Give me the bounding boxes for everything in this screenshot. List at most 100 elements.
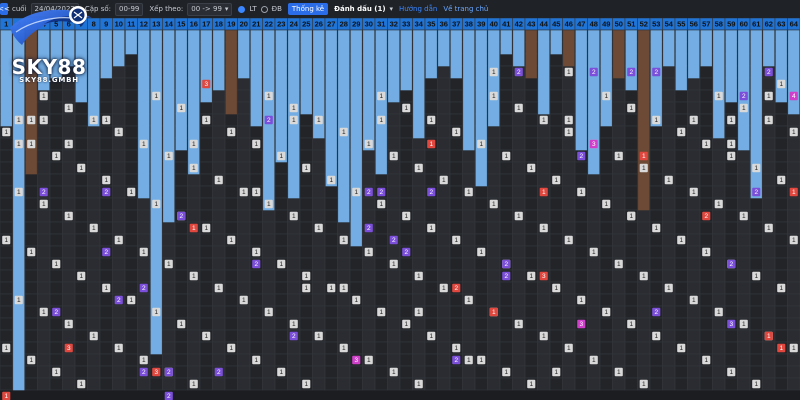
grid-cell: [524, 293, 538, 307]
grid-cell: [137, 197, 151, 211]
grid-cell: [374, 365, 388, 379]
grid-cell: [99, 317, 113, 331]
grid-cell: [537, 341, 551, 355]
mark-group[interactable]: Đánh dấu (1) ▾: [334, 5, 393, 13]
count-badge-text: 1: [142, 357, 146, 364]
pair-input[interactable]: 00-99: [115, 2, 144, 16]
count-badge-text: 1: [79, 381, 83, 388]
grid-cell: [87, 293, 101, 307]
grid-cell: [662, 353, 676, 367]
grid-cell: [412, 209, 426, 223]
count-badge-text: 1: [504, 369, 508, 376]
grid-cell: [462, 341, 476, 355]
guide-link[interactable]: Hướng dẫn: [399, 5, 437, 13]
grid-cell: [174, 377, 188, 391]
stats-button[interactable]: Thống kê: [287, 3, 329, 15]
grid-cell: [187, 209, 201, 223]
grid-cell: [774, 365, 788, 379]
grid-cell: [549, 113, 563, 127]
grid-cell: [537, 377, 551, 391]
grid-cell: [424, 245, 438, 259]
column-number: 29: [352, 19, 360, 28]
count-badge-text: 1: [779, 81, 783, 88]
grid-cell: [349, 269, 363, 283]
count-badge-text: 1: [429, 225, 433, 232]
grid-cell: [124, 65, 138, 79]
home-link[interactable]: Về trang chủ: [443, 5, 488, 13]
count-badge-text: 1: [554, 369, 558, 376]
count-badge-text: 1: [442, 285, 446, 292]
sort-select[interactable]: 00 -> 99 ▾: [187, 2, 233, 16]
streak-bar: [238, 30, 250, 79]
radio-db[interactable]: [260, 5, 268, 13]
grid-cell: [224, 377, 238, 391]
grid-cell: [337, 329, 351, 343]
grid-cell: [562, 101, 576, 115]
count-badge-text: 1: [204, 225, 208, 232]
count-badge-text: 1: [154, 309, 158, 316]
grid-cell: [724, 173, 738, 187]
grid-cell: [474, 197, 488, 211]
grid-cell: [99, 257, 113, 271]
grid-cell: [599, 125, 613, 139]
grid-cell: [74, 113, 88, 127]
grid-cell: [0, 173, 13, 187]
count-badge-text: 1: [17, 117, 21, 124]
column-number: 41: [502, 19, 510, 28]
grid-cell: [712, 293, 726, 307]
grid-cell: [699, 329, 713, 343]
grid-cell: [299, 173, 313, 187]
grid-cell: [162, 341, 176, 355]
grid-cell: [449, 377, 463, 391]
grid-cell: [687, 89, 701, 103]
grid-cell: [199, 149, 213, 163]
count-badge-text: 1: [54, 369, 58, 376]
grid-cell: [349, 377, 363, 391]
column-number: 33: [402, 19, 410, 28]
grid-cell: [174, 149, 188, 163]
grid-cell: [424, 77, 438, 91]
grid-cell: [162, 377, 176, 391]
grid-cell: [137, 341, 151, 355]
streak-bar: [100, 30, 112, 79]
grid-cell: [562, 245, 576, 259]
grid-cell: [599, 245, 613, 259]
grid-cell: [549, 101, 563, 115]
grid-cell: [499, 185, 513, 199]
grid-cell: [649, 197, 663, 211]
grid-cell: [362, 305, 376, 319]
count-badge-text: 2: [267, 117, 271, 124]
grid-cell: [99, 293, 113, 307]
grid-cell: [87, 269, 101, 283]
column-number: 38: [465, 19, 473, 28]
grid-cell: [499, 101, 513, 115]
grid-cell: [737, 245, 751, 259]
grid-cell: [712, 377, 726, 391]
grid-cell: [774, 269, 788, 283]
grid-cell: [724, 305, 738, 319]
count-badge-text: 1: [542, 333, 546, 340]
grid-cell: [712, 149, 726, 163]
count-badge-text: 1: [279, 261, 283, 268]
grid-cell: [349, 281, 363, 295]
grid-cell: [549, 353, 563, 367]
grid-cell: [237, 101, 251, 115]
grid-cell: [362, 329, 376, 343]
radio-lt[interactable]: [238, 5, 246, 13]
grid-cell: [37, 317, 51, 331]
grid-cell: [74, 365, 88, 379]
grid-cell: [649, 149, 663, 163]
grid-cell: [49, 293, 63, 307]
grid-cell: [224, 257, 238, 271]
grid-cell: [287, 365, 301, 379]
count-badge-text: 1: [729, 141, 733, 148]
grid-cell: [549, 329, 563, 343]
grid-cell: [199, 353, 213, 367]
streak-bar: [213, 30, 225, 91]
grid-cell: [537, 149, 551, 163]
grid-cell: [612, 341, 626, 355]
grid-cell: [399, 137, 413, 151]
radio-db-label: ĐB: [271, 5, 282, 13]
grid-cell: [749, 353, 763, 367]
grid-cell: [712, 365, 726, 379]
